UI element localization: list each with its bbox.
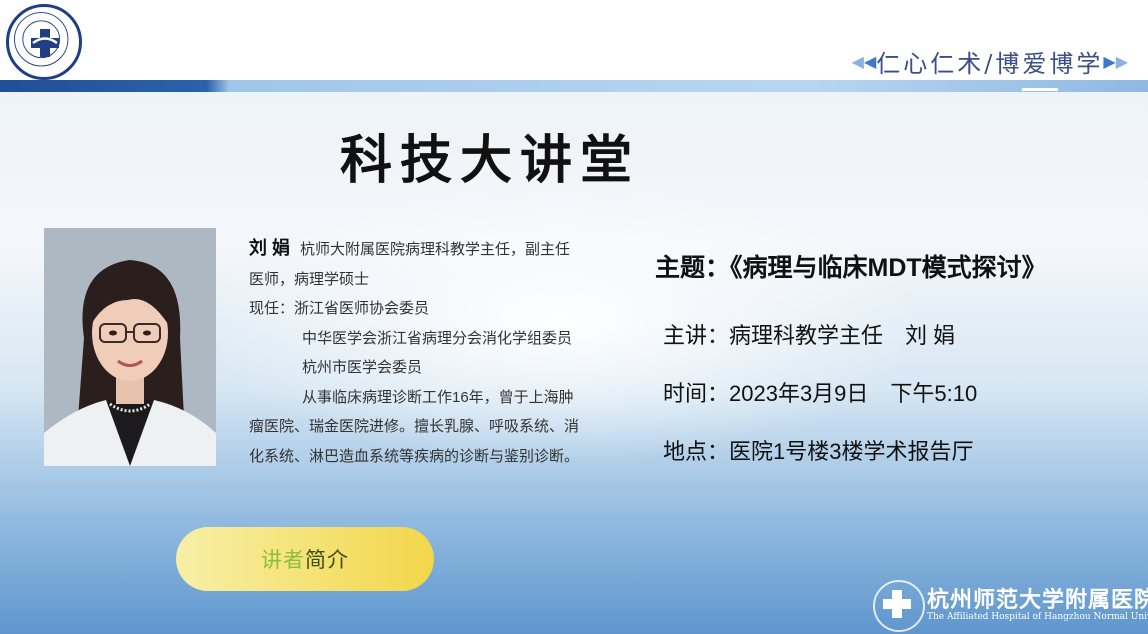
footer-hospital-name: 杭州师范大学附属医院 [927, 587, 1148, 613]
arrow-right-icon: ▶ [1115, 51, 1128, 71]
hospital-logo [6, 4, 82, 80]
arrow-left-icon: ◀ [863, 51, 877, 71]
bio-line: 刘 娟杭师大附属医院病理科教学主任，副主任 [249, 234, 621, 265]
bio-text: 杭师大附属医院病理科教学主任，副主任 [300, 241, 571, 258]
intro-label-part1: 讲者 [261, 549, 305, 572]
header-bar-accent [1022, 88, 1058, 91]
hospital-seal-icon [873, 580, 925, 632]
event-time: 时间：2023年3月9日 下午5:10 [663, 381, 978, 406]
event-location: 地点：医院1号楼3楼学术报告厅 [663, 439, 974, 464]
header-divider-bar [0, 80, 1148, 92]
medical-cross-icon [31, 29, 59, 57]
arrow-right-icon: ▶ [1103, 51, 1116, 71]
seal-cross-icon [883, 590, 911, 618]
speaker-portrait [44, 228, 216, 466]
header: ◀ ◀ 仁心仁术/博爱博学 ▶ ▶ [0, 0, 1148, 80]
slogan-text: 仁心仁术/博爱博学 [876, 49, 1104, 78]
speaker-intro-button[interactable]: 讲者 简介 [176, 527, 434, 591]
bio-line: 杭州市医学会委员 [302, 359, 423, 376]
speaker-bio: 刘 娟杭师大附属医院病理科教学主任，副主任 医师，病理学硕士 现任：浙江省医师协… [249, 234, 621, 471]
arrow-left-icon: ◀ [851, 51, 864, 71]
slogan: ◀ ◀ 仁心仁术/博爱博学 ▶ ▶ [852, 43, 1128, 79]
bio-line: 中华医学会浙江省病理分会消化学组委员 [302, 329, 573, 347]
page-title: 科技大讲堂 [340, 130, 641, 191]
bio-line: 瘤医院、瑞金医院进修。擅长乳腺、呼吸系统、消 [249, 418, 580, 435]
intro-label-part2: 简介 [305, 549, 349, 572]
bio-line: 从事临床病理诊断工作16年，曾于上海肿 [302, 388, 574, 406]
event-topic: 主题：《病理与临床MDT模式探讨》 [655, 254, 1047, 282]
bio-line: 医师，病理学硕士 [249, 270, 370, 288]
footer-hospital-name-en: The Affiliated Hospital of Hangzhou Norm… [927, 612, 1148, 622]
speaker-photo [44, 228, 216, 466]
speaker-name: 刘 娟 [249, 238, 291, 258]
event-lecturer: 主讲：病理科教学主任 刘 娟 [663, 323, 956, 348]
bio-line: 现任：浙江省医师协会委员 [249, 300, 430, 317]
bio-line: 化系统、淋巴造血系统等疾病的诊断与鉴别诊断。 [249, 447, 580, 465]
footer-logo: 杭州师范大学附属医院 The Affiliated Hospital of Ha… [873, 578, 1148, 632]
